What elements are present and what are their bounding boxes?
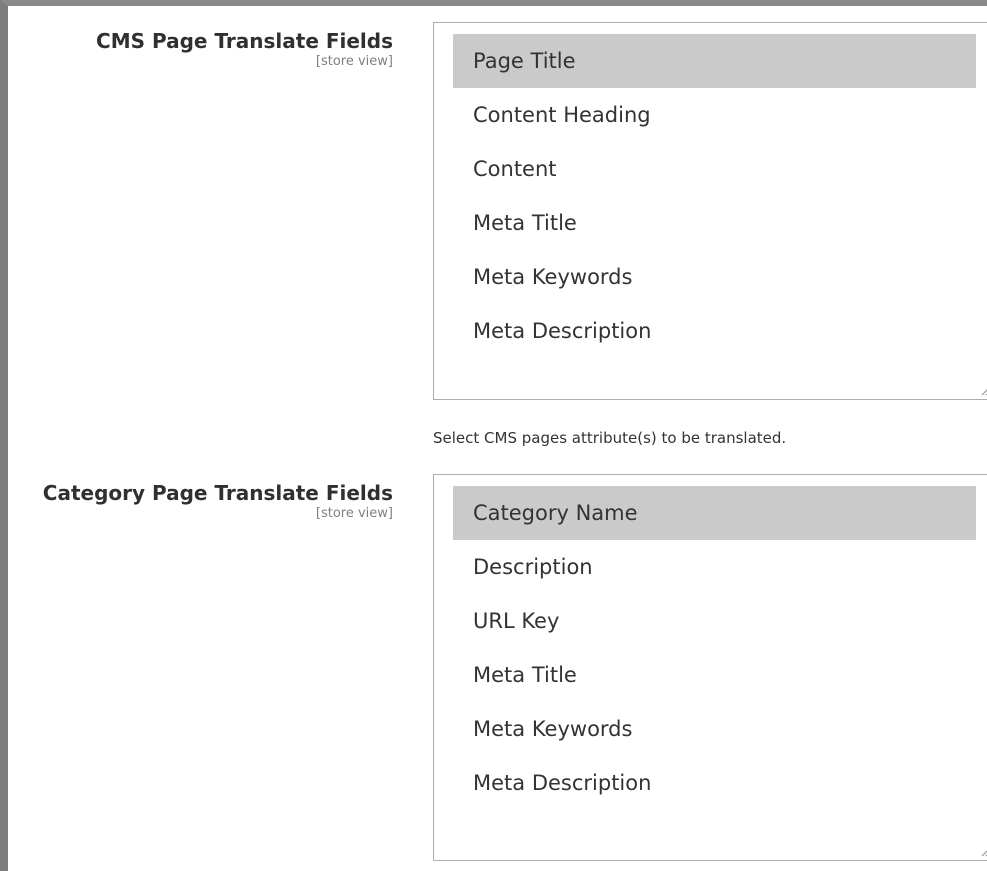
settings-panel: CMS Page Translate Fields [store view] P… bbox=[0, 0, 987, 871]
cms-option-content-heading[interactable]: Content Heading bbox=[453, 88, 976, 142]
cms-field-scope: [store view] bbox=[315, 54, 393, 69]
cms-field-label: CMS Page Translate Fields bbox=[96, 29, 393, 53]
cms-fields-multiselect[interactable]: Page Title Content Heading Content Meta … bbox=[433, 22, 987, 400]
cms-option-meta-keywords[interactable]: Meta Keywords bbox=[453, 250, 976, 304]
cms-field-label-group: CMS Page Translate Fields [store view] bbox=[96, 29, 393, 71]
resize-grip-icon[interactable] bbox=[980, 384, 987, 396]
category-fields-multiselect[interactable]: Category Name Description URL Key Meta T… bbox=[433, 474, 987, 861]
category-option-description[interactable]: Description bbox=[453, 540, 976, 594]
category-option-category-name[interactable]: Category Name bbox=[453, 486, 976, 540]
cms-field-note: Select CMS pages attribute(s) to be tran… bbox=[433, 429, 787, 447]
category-field-label: Category Page Translate Fields bbox=[42, 481, 393, 505]
category-field-scope: [store view] bbox=[315, 506, 393, 521]
cms-option-meta-title[interactable]: Meta Title bbox=[453, 196, 976, 250]
cms-option-meta-description[interactable]: Meta Description bbox=[453, 304, 976, 358]
cms-option-page-title[interactable]: Page Title bbox=[453, 34, 976, 88]
category-field-label-group: Category Page Translate Fields [store vi… bbox=[43, 481, 393, 523]
category-option-meta-title[interactable]: Meta Title bbox=[453, 648, 976, 702]
category-option-url-key[interactable]: URL Key bbox=[453, 594, 976, 648]
category-option-meta-description[interactable]: Meta Description bbox=[453, 756, 976, 810]
cms-option-content[interactable]: Content bbox=[453, 142, 976, 196]
category-option-meta-keywords[interactable]: Meta Keywords bbox=[453, 702, 976, 756]
resize-grip-icon[interactable] bbox=[980, 845, 987, 857]
